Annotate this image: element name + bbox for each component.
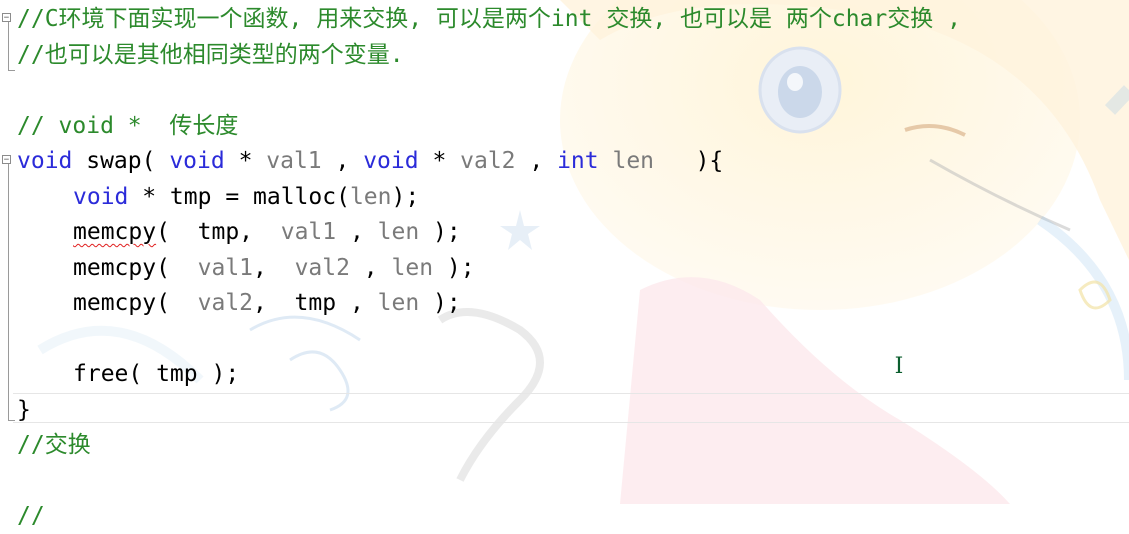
code-line[interactable]: // void * 传长度: [17, 109, 238, 144]
code-text: ){: [654, 148, 724, 174]
code-parameter: len: [377, 290, 420, 316]
fold-collapse-icon[interactable]: −: [2, 13, 11, 23]
code-line[interactable]: //交换: [17, 428, 91, 463]
code-keyword: int: [557, 148, 599, 174]
code-text: swap(: [72, 148, 170, 174]
code-parameter: len: [612, 148, 655, 174]
current-line-highlight: [13, 393, 1129, 423]
code-comment: //C环境下面实现一个函数, 用来交换, 可以是两个int 交换, 也可以是 两…: [17, 6, 961, 32]
code-text: memcpy(: [73, 254, 198, 281]
code-text: *: [418, 148, 461, 174]
code-text: memcpy(: [73, 290, 198, 316]
code-text: ( tmp,: [156, 219, 281, 245]
code-parameter: val2: [197, 290, 254, 316]
code-line[interactable]: void * tmp = malloc(len);: [17, 180, 419, 215]
code-text: ,: [253, 254, 295, 281]
code-parameter: val1: [266, 148, 322, 174]
code-text: ,: [515, 148, 558, 174]
code-parameter: val1: [197, 254, 254, 281]
code-keyword: void: [363, 148, 419, 174]
code-text: );: [419, 219, 461, 245]
code-comment: //: [17, 503, 45, 529]
code-text: , tmp ,: [253, 290, 378, 316]
code-text: }: [17, 396, 31, 423]
fold-guide-line: [8, 22, 9, 71]
code-parameter: val2: [294, 254, 350, 281]
code-line[interactable]: void swap( void * val1 , void * val2 , i…: [17, 144, 723, 179]
code-line[interactable]: //也可以是其他相同类型的两个变量.: [17, 38, 404, 73]
code-line[interactable]: memcpy( val2, tmp , len );: [17, 286, 461, 321]
code-line[interactable]: memcpy( tmp, val1 , len );: [17, 215, 461, 250]
code-text: );: [391, 183, 420, 210]
code-keyword: void: [73, 183, 129, 210]
fold-guide-line: [8, 164, 9, 421]
code-text: ,: [349, 254, 392, 281]
code-text: * tmp = malloc(: [128, 183, 350, 210]
code-parameter: len: [377, 219, 420, 245]
code-line[interactable]: //C环境下面实现一个函数, 用来交换, 可以是两个int 交换, 也可以是 两…: [17, 2, 961, 37]
fold-collapse-icon[interactable]: −: [2, 155, 11, 165]
code-editor[interactable]: − − //C环境下面实现一个函数, 用来交换, 可以是两个int 交换, 也可…: [0, 0, 1129, 529]
code-parameter: len: [391, 254, 434, 281]
code-parameter: len: [349, 183, 392, 210]
code-comment: //也可以是其他相同类型的两个变量.: [17, 41, 404, 68]
code-keyword: void: [169, 148, 225, 174]
code-line[interactable]: memcpy( val1, val2 , len );: [17, 251, 475, 286]
code-parameter: val2: [460, 148, 516, 174]
code-text: free( tmp );: [73, 361, 240, 387]
code-comment: //交换: [17, 432, 91, 458]
code-keyword: void: [17, 148, 73, 174]
text-ibeam-cursor-icon: I: [894, 354, 904, 379]
code-text: ,: [321, 148, 364, 174]
code-line[interactable]: free( tmp );: [17, 357, 239, 392]
code-text: memcpy: [73, 219, 157, 245]
code-line[interactable]: }: [17, 393, 31, 428]
code-text: ,: [336, 219, 378, 245]
fold-end-marker: [8, 70, 15, 71]
code-comment: // void * 传长度: [17, 112, 239, 139]
code-text: );: [433, 254, 475, 281]
code-text: *: [224, 148, 267, 174]
code-parameter: val1: [280, 219, 337, 245]
code-text: );: [419, 290, 461, 316]
code-line[interactable]: //: [17, 499, 45, 534]
